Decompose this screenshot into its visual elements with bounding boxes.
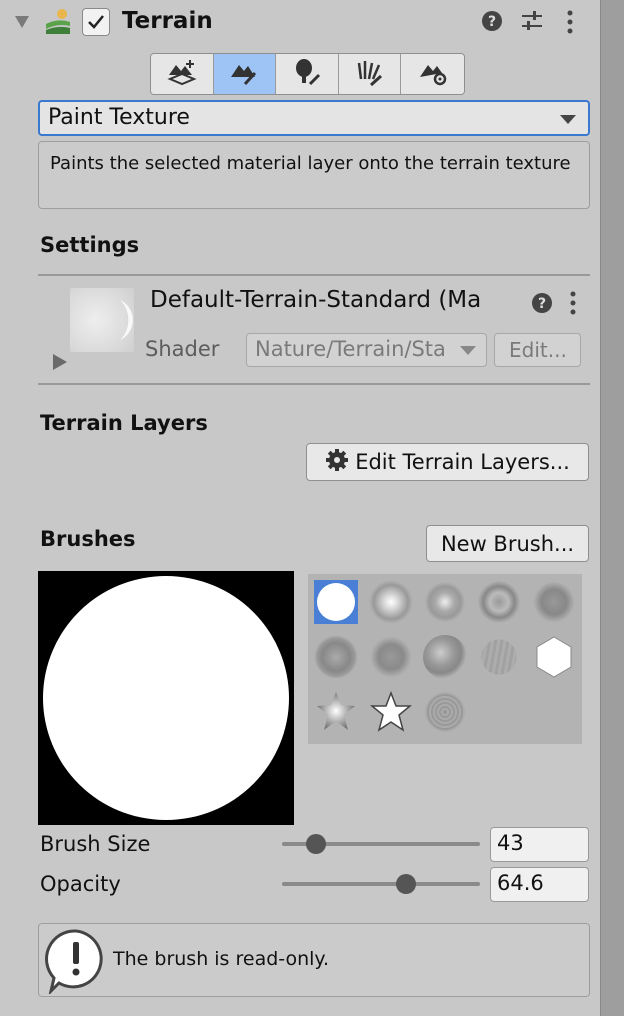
paint-mode-value: Paint Texture [48,105,190,130]
brush-item[interactable] [532,635,576,679]
help-box: The brush is read-only. [38,923,590,997]
paint-terrain-icon [229,57,259,91]
material-preview-thumbnail [70,288,134,352]
brush-item[interactable] [369,635,413,679]
brush-size-label: Brush Size [40,832,151,856]
shader-dropdown-arrow-icon [460,346,476,355]
material-foldout-arrow-icon[interactable] [52,353,68,375]
brush-item[interactable] [369,580,413,624]
component-header: Terrain ? [0,0,600,44]
brush-size-field[interactable]: 43 [490,827,589,862]
create-neighbor-terrains-button[interactable] [151,54,214,94]
brush-size-slider-handle[interactable] [306,834,326,854]
svg-text:?: ? [488,14,496,30]
terrain-component-icon [44,8,72,40]
foldout-arrow-icon[interactable] [14,14,30,33]
brush-preview [38,571,294,825]
scrollbar[interactable] [600,0,624,1016]
opacity-label: Opacity [40,872,121,896]
new-brush-button[interactable]: New Brush... [426,525,589,562]
paint-mode-dropdown[interactable]: Paint Texture [38,100,590,136]
paint-trees-icon [292,57,322,91]
more-options-icon[interactable] [566,10,574,38]
paint-terrain-button[interactable] [213,54,277,94]
brush-item[interactable] [314,690,358,734]
help-message: The brush is read-only. [113,948,330,970]
component-title: Terrain [122,8,213,34]
terrain-tool-toolbar [150,53,465,95]
warning-speech-bubble-icon [45,928,107,998]
shader-dropdown[interactable]: Nature/Terrain/Sta [246,333,487,367]
create-neighbor-terrains-icon [167,57,197,91]
brush-item[interactable] [477,635,521,679]
presets-icon[interactable] [520,10,544,36]
edit-shader-button[interactable]: Edit... [494,333,581,367]
shader-label: Shader [145,337,220,361]
divider [38,274,590,276]
opacity-field[interactable]: 64.6 [490,867,589,902]
brush-item[interactable] [314,635,358,679]
opacity-slider[interactable] [282,882,480,886]
edit-terrain-layers-button[interactable]: Edit Terrain Layers... [306,443,589,481]
paint-trees-button[interactable] [276,54,339,94]
brush-preview-shape [43,576,289,820]
terrain-settings-button[interactable] [401,54,464,94]
svg-text:?: ? [538,296,546,312]
brush-item-selected[interactable] [314,580,358,624]
shader-value: Nature/Terrain/Sta [255,337,446,361]
enabled-checkbox[interactable] [82,8,110,36]
opacity-slider-handle[interactable] [396,874,416,894]
brush-item[interactable] [532,580,576,624]
paint-details-icon [355,57,385,91]
brush-item[interactable] [369,690,413,734]
brush-grid [308,574,582,744]
material-help-icon[interactable]: ? [531,292,553,318]
paint-details-button[interactable] [338,54,402,94]
brush-item[interactable] [477,580,521,624]
terrain-layers-heading: Terrain Layers [40,411,208,435]
material-more-options-icon[interactable] [569,291,577,319]
terrain-settings-icon [418,57,448,91]
brush-item[interactable] [423,580,467,624]
brushes-heading: Brushes [40,527,136,551]
dropdown-arrow-icon [560,115,576,124]
brush-item[interactable] [423,690,467,734]
settings-heading: Settings [40,233,140,257]
help-icon[interactable]: ? [481,10,503,36]
edit-terrain-layers-label: Edit Terrain Layers... [355,450,570,474]
brush-item[interactable] [423,635,467,679]
divider [38,383,590,385]
gear-icon [325,448,349,477]
material-name: Default-Terrain-Standard (Ma [150,287,482,313]
tool-description: Paints the selected material layer onto … [38,141,590,209]
